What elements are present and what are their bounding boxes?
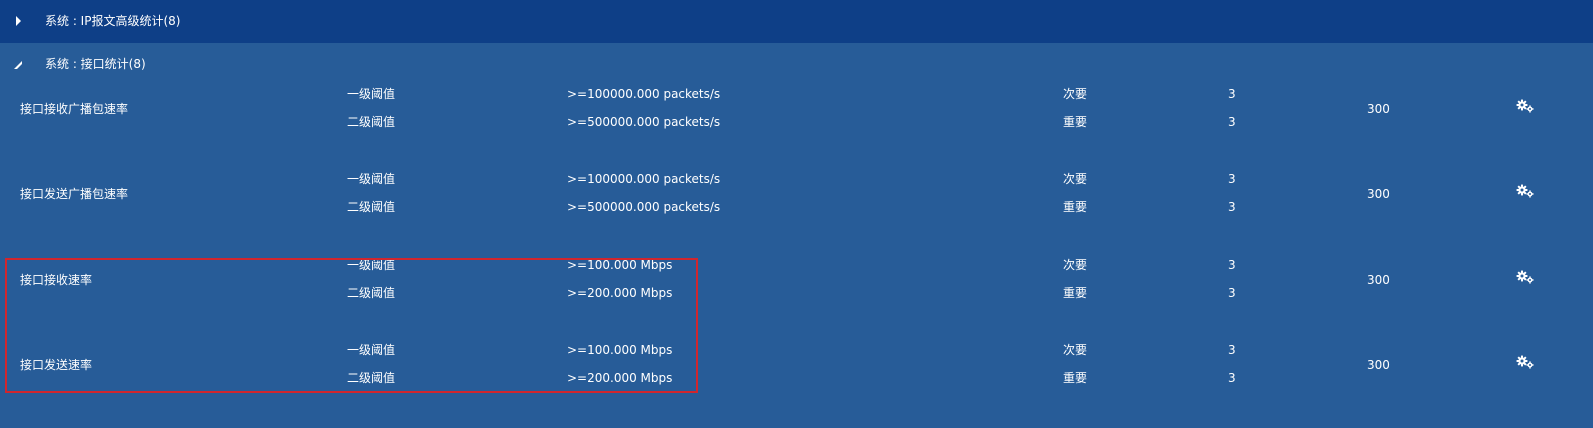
- threshold-level: 一级阈值: [347, 258, 396, 272]
- threshold-level: 一级阈值: [347, 87, 396, 101]
- period-value: 300: [1367, 273, 1390, 287]
- table-row: 接口接收速率 一级阈值 >=100.000 Mbps 次要 3 二级阈值 >=2…: [0, 257, 1593, 343]
- period-value: 300: [1367, 187, 1390, 201]
- severity: 重要: [1063, 371, 1088, 385]
- period-value: 300: [1367, 358, 1390, 372]
- caret-right-icon[interactable]: [16, 16, 21, 26]
- threshold-level: 二级阈值: [347, 115, 396, 129]
- threshold-level: 一级阈值: [347, 172, 396, 186]
- threshold-level: 二级阈值: [347, 286, 396, 300]
- group-title-ip-advanced: 系统 : IP报文高级统计(8): [45, 14, 181, 28]
- caret-down-icon[interactable]: [14, 61, 22, 69]
- severity: 次要: [1063, 172, 1088, 186]
- group-header-ip-advanced[interactable]: 系统 : IP报文高级统计(8): [0, 0, 1593, 43]
- threshold-condition: >=100.000 Mbps: [567, 258, 673, 272]
- metric-name: 接口发送广播包速率: [20, 187, 129, 201]
- severity: 次要: [1063, 258, 1088, 272]
- group-header-interface-stats[interactable]: 系统 : 接口统计(8): [0, 43, 1593, 87]
- severity: 次要: [1063, 343, 1088, 357]
- gears-icon[interactable]: [1516, 355, 1534, 369]
- gears-icon[interactable]: [1516, 99, 1534, 113]
- period-value: 300: [1367, 102, 1390, 116]
- count: 3: [1228, 87, 1236, 101]
- threshold-condition: >=500000.000 packets/s: [567, 115, 721, 129]
- count: 3: [1228, 371, 1236, 385]
- metric-name: 接口发送速率: [20, 358, 93, 372]
- group-title-interface-stats: 系统 : 接口统计(8): [45, 57, 146, 71]
- count: 3: [1228, 286, 1236, 300]
- metric-name: 接口接收广播包速率: [20, 102, 129, 116]
- threshold-level: 二级阈值: [347, 371, 396, 385]
- gears-icon[interactable]: [1516, 270, 1534, 284]
- severity: 重要: [1063, 286, 1088, 300]
- table-row: 接口发送广播包速率 一级阈值 >=100000.000 packets/s 次要…: [0, 171, 1593, 257]
- threshold-level: 二级阈值: [347, 200, 396, 214]
- table-row: 接口接收广播包速率 一级阈值 >=100000.000 packets/s 次要…: [0, 86, 1593, 172]
- severity: 次要: [1063, 87, 1088, 101]
- count: 3: [1228, 200, 1236, 214]
- table-row: 接口发送速率 一级阈值 >=100.000 Mbps 次要 3 二级阈值 >=2…: [0, 342, 1593, 428]
- threshold-condition: >=200.000 Mbps: [567, 286, 673, 300]
- threshold-level: 一级阈值: [347, 343, 396, 357]
- metric-name: 接口接收速率: [20, 273, 93, 287]
- count: 3: [1228, 343, 1236, 357]
- gears-icon[interactable]: [1516, 184, 1534, 198]
- severity: 重要: [1063, 200, 1088, 214]
- threshold-condition: >=500000.000 packets/s: [567, 200, 721, 214]
- count: 3: [1228, 172, 1236, 186]
- severity: 重要: [1063, 115, 1088, 129]
- threshold-condition: >=200.000 Mbps: [567, 371, 673, 385]
- threshold-condition: >=100000.000 packets/s: [567, 172, 721, 186]
- count: 3: [1228, 258, 1236, 272]
- threshold-condition: >=100000.000 packets/s: [567, 87, 721, 101]
- count: 3: [1228, 115, 1236, 129]
- threshold-condition: >=100.000 Mbps: [567, 343, 673, 357]
